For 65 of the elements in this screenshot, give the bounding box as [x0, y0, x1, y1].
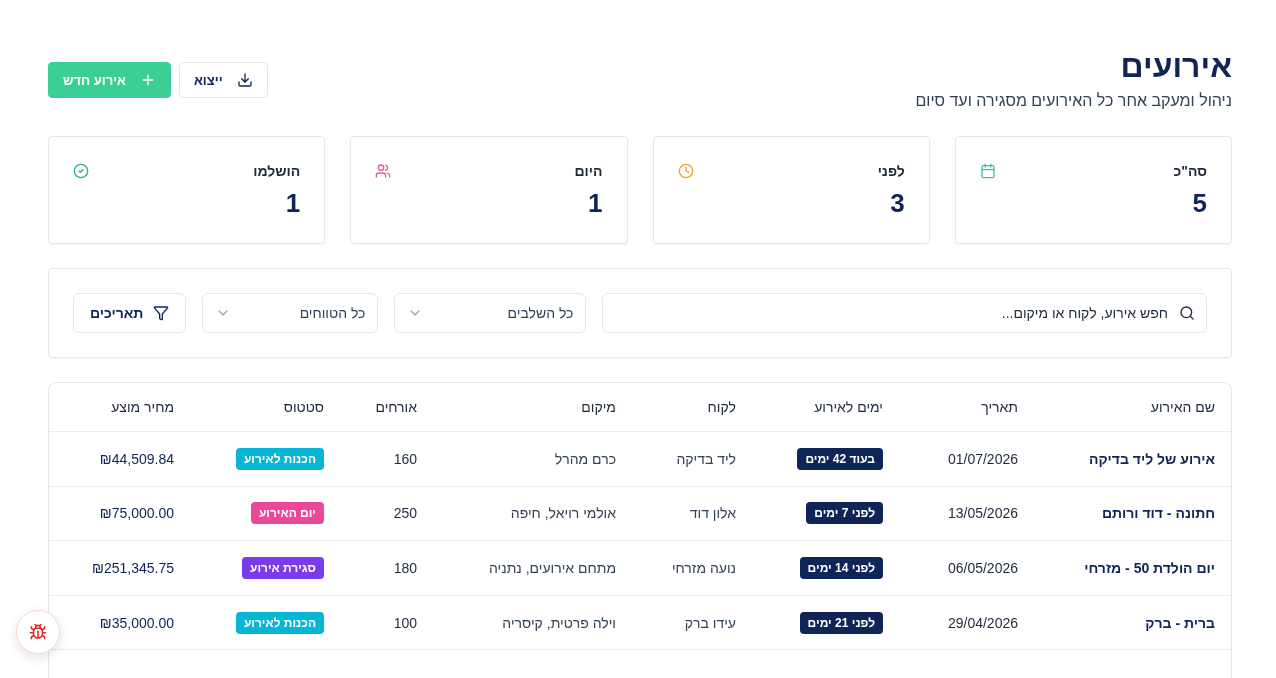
days-badge: לפני 14 ימים	[799, 557, 883, 579]
guests-cell: 160	[393, 450, 417, 467]
column-header: תאריך	[981, 399, 1018, 415]
clock-icon	[677, 163, 694, 179]
price-cell: ₪44,509.84	[99, 450, 174, 467]
client-cell: ליד בדיקה	[676, 450, 736, 467]
stat-value: 1	[284, 187, 301, 219]
guests-cell: 250	[393, 505, 417, 522]
event-name-cell: ברית - ברק	[1145, 614, 1215, 631]
guests-cell: 180	[393, 560, 417, 576]
status-badge: הכנות לאירוע	[235, 447, 324, 470]
days-badge: לפני 21 ימים	[799, 611, 883, 634]
filter-icon	[153, 305, 170, 321]
stat-value: 3	[889, 187, 905, 219]
column-header: אורחים	[375, 399, 417, 415]
check-circle-icon	[73, 163, 89, 179]
location-cell: וילה פרטית, קיסריה	[502, 614, 616, 631]
plus-icon	[140, 72, 156, 88]
event-name-cell: אירוע של ליד בדיקה	[1089, 450, 1215, 467]
date-cell: 06/05/2026	[947, 560, 1018, 576]
export-button[interactable]: ייצוא	[179, 62, 268, 98]
search-icon	[1179, 305, 1195, 321]
date-cell: 13/05/2026	[947, 505, 1018, 522]
stat-label: לפני	[877, 162, 905, 181]
location-cell: מתחם אירועים, נתניה	[489, 560, 616, 576]
days-badge: בעוד 42 ימים	[797, 447, 883, 470]
column-header: שם האירוע	[1150, 399, 1215, 415]
date-cell: 29/04/2026	[947, 614, 1018, 631]
stat-label: היום	[574, 162, 603, 181]
status-badge: סגירת אירוע	[242, 557, 324, 579]
client-cell: נועה מזרחי	[671, 560, 736, 576]
location-cell: כרם מהרל	[554, 450, 616, 467]
guests-cell: 100	[393, 614, 417, 631]
event-name-cell: יום הולדת 50 - מזרחי	[1084, 560, 1215, 576]
page-subtitle: ניהול ומעקב אחר כל האירועים מסגירה ועד סיום	[915, 91, 1232, 111]
users-icon	[375, 163, 392, 179]
status-badge: יום האירוע	[250, 502, 324, 525]
stat-value: 1	[587, 187, 603, 219]
stat-label: סה"כ	[1173, 162, 1207, 181]
column-header: סטטוס	[283, 399, 324, 415]
bug-button[interactable]	[16, 610, 60, 654]
stat-value: 5	[1191, 187, 1207, 219]
page-title: אירועים	[1119, 48, 1232, 84]
days-badge: לפני 7 ימים	[806, 502, 883, 525]
column-header: מיקום	[581, 399, 616, 415]
download-icon	[236, 72, 253, 88]
status-badge: הכנות לאירוע	[235, 611, 324, 634]
price-cell: ₪35,000.00	[99, 614, 174, 631]
stat-label: הושלמו	[253, 162, 301, 181]
client-cell: אלון דוד	[689, 505, 736, 522]
dates-filter-button[interactable]: תאריכים	[73, 293, 187, 333]
bug-icon	[29, 623, 47, 641]
calendar-icon	[979, 163, 996, 179]
client-cell: עידו ברק	[684, 614, 736, 631]
location-cell: אולמי רויאל, חיפה	[510, 505, 616, 522]
filter-select[interactable]: כל השלבים	[394, 293, 587, 333]
search-field[interactable]: חפש אירוע, לקוח או מיקום...	[602, 293, 1207, 333]
date-cell: 01/07/2026	[947, 450, 1018, 467]
price-cell: ₪251,345.75	[92, 560, 174, 576]
price-cell: ₪75,000.00	[99, 505, 174, 522]
column-header: ימים לאירוע	[814, 399, 883, 415]
column-header: מחיר מוצע	[111, 399, 174, 415]
filter-select[interactable]: כל הטווחים	[202, 293, 379, 333]
event-name-cell: חתונה - דוד ורותם	[1101, 505, 1215, 522]
column-header: לקוח	[707, 399, 736, 415]
